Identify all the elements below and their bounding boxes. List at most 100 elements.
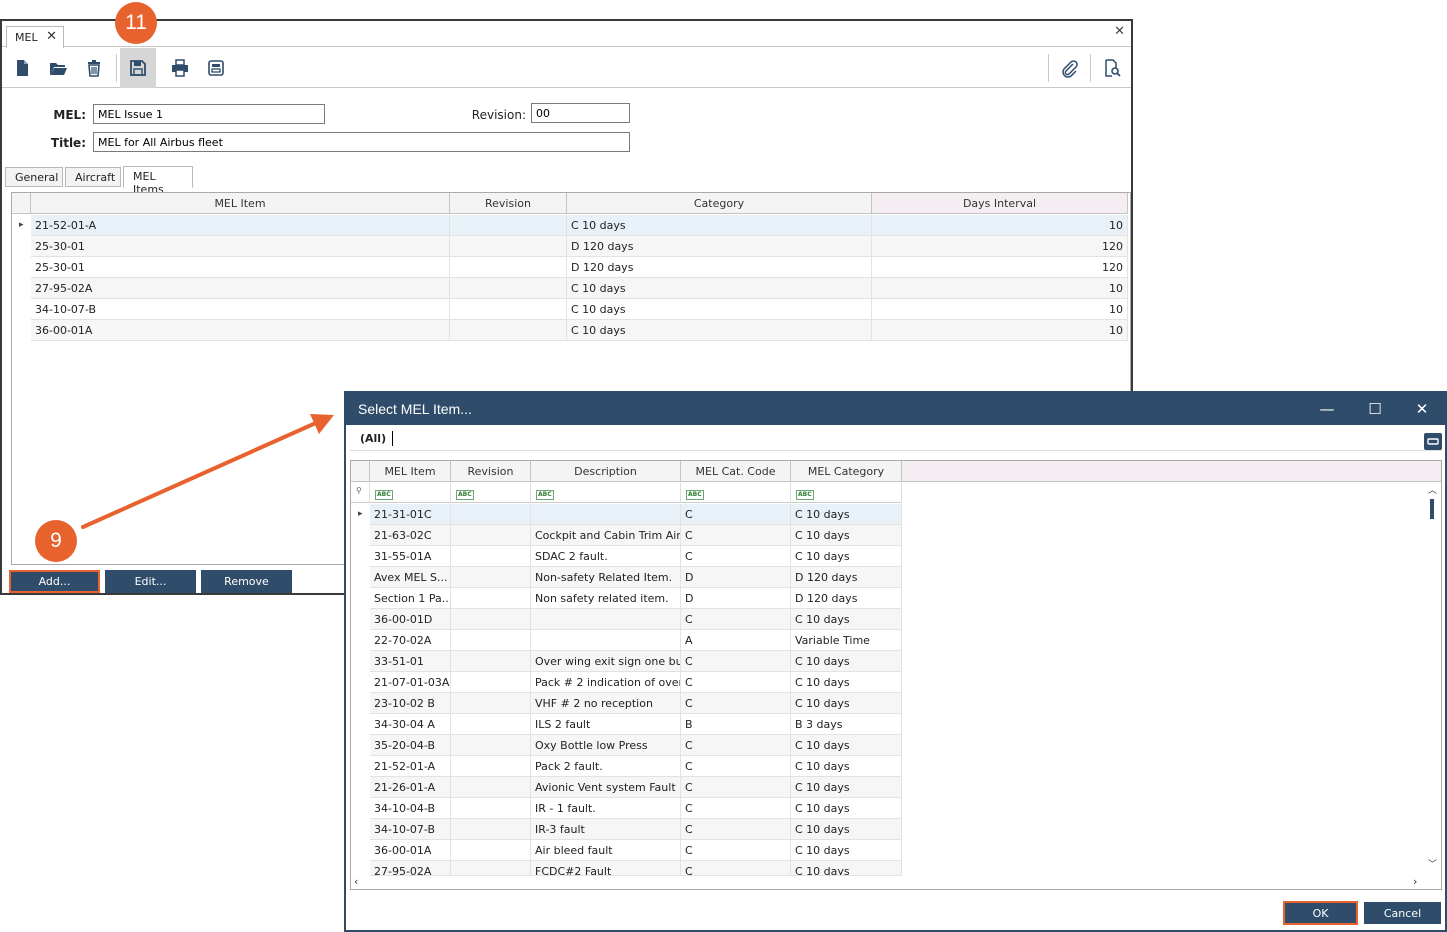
cell-item[interactable]: 36-00-01D xyxy=(370,609,451,630)
column-header-mel-cat-code[interactable]: MEL Cat. Code xyxy=(681,461,791,482)
horizontal-scrollbar[interactable]: ‹ › xyxy=(351,875,1429,889)
cell-item[interactable]: 22-70-02A xyxy=(370,630,451,651)
cell-description[interactable] xyxy=(531,504,681,525)
cell-item[interactable]: 31-55-01A xyxy=(370,546,451,567)
cell-days[interactable]: 10 xyxy=(872,215,1128,236)
cell-category[interactable]: C 10 days xyxy=(567,215,872,236)
cell-code[interactable]: C xyxy=(681,840,791,861)
cell-revision[interactable] xyxy=(451,651,531,672)
print-icon[interactable] xyxy=(164,51,196,85)
cell-item[interactable]: 21-52-01-A xyxy=(370,756,451,777)
cell-code[interactable]: C xyxy=(681,525,791,546)
cell-category[interactable]: C 10 days xyxy=(791,504,902,525)
column-header-category[interactable]: Category xyxy=(567,193,872,214)
cell-item[interactable]: 25-30-01 xyxy=(31,257,450,278)
cell-category[interactable]: C 10 days xyxy=(791,609,902,630)
edit-button[interactable]: Edit... xyxy=(105,570,196,593)
column-header-mel-category[interactable]: MEL Category xyxy=(791,461,902,482)
cell-description[interactable]: Oxy Bottle low Press xyxy=(531,735,681,756)
cell-revision[interactable] xyxy=(451,819,531,840)
column-header-description[interactable]: Description xyxy=(531,461,681,482)
cell-code[interactable]: C xyxy=(681,546,791,567)
cell-category[interactable]: C 10 days xyxy=(791,798,902,819)
cell-code[interactable]: C xyxy=(681,651,791,672)
revision-input[interactable] xyxy=(531,103,630,123)
document-search-icon[interactable] xyxy=(1096,51,1128,85)
cell-item[interactable]: 27-95-02A xyxy=(31,278,450,299)
cell-description[interactable]: Avionic Vent system Fault xyxy=(531,777,681,798)
cell-category[interactable]: C 10 days xyxy=(791,756,902,777)
cell-category[interactable]: C 10 days xyxy=(791,672,902,693)
add-button[interactable]: Add... xyxy=(9,570,100,593)
autofilter-mel-cat-code[interactable]: ABC xyxy=(681,483,791,503)
cell-description[interactable]: Non-safety Related Item. xyxy=(531,567,681,588)
cell-code[interactable]: D xyxy=(681,588,791,609)
cell-category[interactable]: C 10 days xyxy=(791,693,902,714)
cell-category[interactable]: D 120 days xyxy=(567,236,872,257)
save-icon[interactable] xyxy=(120,48,156,88)
cell-revision[interactable] xyxy=(451,861,531,876)
cell-days[interactable]: 10 xyxy=(872,278,1128,299)
cell-revision[interactable] xyxy=(451,525,531,546)
cell-description[interactable]: VHF # 2 no reception xyxy=(531,693,681,714)
column-header-days-interval[interactable]: Days Interval xyxy=(872,193,1128,214)
cell-category[interactable]: C 10 days xyxy=(567,278,872,299)
cell-item[interactable]: 21-07-01-03A xyxy=(370,672,451,693)
cell-description[interactable]: Non safety related item. xyxy=(531,588,681,609)
cell-description[interactable] xyxy=(531,609,681,630)
cell-description[interactable]: Cockpit and Cabin Trim Air ... xyxy=(531,525,681,546)
cell-description[interactable]: FCDC#2 Fault xyxy=(531,861,681,876)
mel-input[interactable] xyxy=(93,104,325,124)
cell-description[interactable]: Pack # 2 indication of over... xyxy=(531,672,681,693)
column-header-revision[interactable]: Revision xyxy=(451,461,531,482)
cell-days[interactable]: 10 xyxy=(872,320,1128,341)
autofilter-mel-category[interactable]: ABC xyxy=(791,483,902,503)
filter-editor-icon[interactable] xyxy=(1424,433,1442,450)
cell-description[interactable]: IR-3 fault xyxy=(531,819,681,840)
cell-category[interactable]: C 10 days xyxy=(791,651,902,672)
cell-item[interactable]: 34-10-07-B xyxy=(31,299,450,320)
autofilter-mel-item[interactable]: ABC xyxy=(370,483,451,503)
cell-description[interactable]: Air bleed fault xyxy=(531,840,681,861)
cell-revision[interactable] xyxy=(451,714,531,735)
minimize-icon[interactable]: — xyxy=(1304,393,1350,425)
scroll-left-icon[interactable]: ‹ xyxy=(354,875,358,888)
cell-item[interactable]: 33-51-01 xyxy=(370,651,451,672)
cell-category[interactable]: C 10 days xyxy=(791,525,902,546)
cell-code[interactable]: C xyxy=(681,777,791,798)
cell-revision[interactable] xyxy=(451,630,531,651)
cell-code[interactable]: C xyxy=(681,504,791,525)
cell-revision[interactable] xyxy=(450,299,567,320)
cell-code[interactable]: A xyxy=(681,630,791,651)
filter-bar[interactable]: (All) xyxy=(350,427,1442,451)
cell-revision[interactable] xyxy=(451,735,531,756)
vertical-scrollbar[interactable]: ︿ ﹀ xyxy=(1427,485,1439,873)
cell-item[interactable]: 27-95-02A xyxy=(370,861,451,876)
cell-item[interactable]: 36-00-01A xyxy=(370,840,451,861)
cell-category[interactable]: Variable Time xyxy=(791,630,902,651)
cell-category[interactable]: C 10 days xyxy=(567,299,872,320)
cell-revision[interactable] xyxy=(450,278,567,299)
column-header-mel-item[interactable]: MEL Item xyxy=(370,461,451,482)
cell-code[interactable]: D xyxy=(681,567,791,588)
trash-icon[interactable] xyxy=(78,51,110,85)
cell-item[interactable]: 25-30-01 xyxy=(31,236,450,257)
cell-days[interactable]: 120 xyxy=(872,236,1128,257)
maximize-icon[interactable]: ☐ xyxy=(1352,393,1398,425)
cell-description[interactable]: IR - 1 fault. xyxy=(531,798,681,819)
cell-code[interactable]: C xyxy=(681,861,791,876)
cell-code[interactable]: C xyxy=(681,756,791,777)
cell-item[interactable]: Section 1 Pa... xyxy=(370,588,451,609)
cell-category[interactable]: C 10 days xyxy=(791,819,902,840)
cell-revision[interactable] xyxy=(451,546,531,567)
cell-item[interactable]: 21-52-01-A xyxy=(31,215,450,236)
scroll-thumb[interactable] xyxy=(1430,499,1434,519)
column-header-mel-item[interactable]: MEL Item xyxy=(31,193,450,214)
cell-revision[interactable] xyxy=(451,588,531,609)
cell-revision[interactable] xyxy=(450,320,567,341)
cell-code[interactable]: C xyxy=(681,798,791,819)
autofilter-description[interactable]: ABC xyxy=(531,483,681,503)
cell-description[interactable]: Over wing exit sign one bul... xyxy=(531,651,681,672)
cell-days[interactable]: 120 xyxy=(872,257,1128,278)
open-folder-icon[interactable] xyxy=(42,51,74,85)
